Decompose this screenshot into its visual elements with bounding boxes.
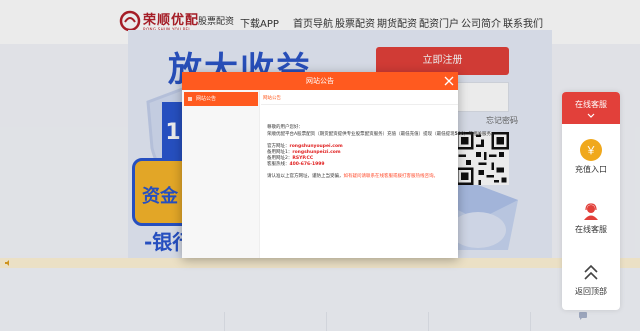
modal-content: 网站公告 尊敬的用户您好： 荣顺优配平台A股票配资（期货配资提供专业股票配资服务…	[261, 90, 495, 258]
modal-sidebar: 网站公告	[182, 90, 260, 258]
greeting-text: 尊敬的用户您好：	[267, 125, 303, 130]
svg-text:￥: ￥	[586, 144, 597, 157]
chevron-down-icon	[587, 113, 595, 118]
float-service-label[interactable]: 在线客服	[562, 224, 620, 235]
sidebar-item-label: 网站公告	[196, 96, 217, 102]
phone-line: 客服热线：400-676-1999	[267, 161, 325, 167]
intro-post: ）等相关服务。	[463, 132, 496, 137]
bullet-icon	[188, 97, 192, 101]
notice-pre: 请认准以上官方网址，谨防上当受骗，	[267, 174, 344, 179]
modal-title: 网站公告	[306, 77, 334, 85]
announcement-modal: 网站公告 网站公告 网站公告 尊敬的用户您好： 荣顺优配平台A股票配资（期货配资…	[182, 72, 495, 258]
divider	[261, 104, 458, 105]
float-top-back-label[interactable]: 返回顶部	[562, 286, 620, 297]
customer-service-icon[interactable]	[581, 202, 601, 222]
side-float-bar: 在线客服 ￥ 充值入口 在线客服 返回顶部	[562, 92, 620, 310]
sidebar-item-announcement[interactable]: 网站公告	[184, 92, 258, 106]
notice-red-text: 如有疑问请联系在线客服或拨打客服热线咨询。	[343, 174, 439, 179]
close-icon[interactable]	[444, 76, 454, 86]
intro-line: 荣顺优配平台A股票配资（期货配资提供专业股票配资服务）充值（最低充值）提现（最低…	[267, 131, 495, 137]
coin-icon[interactable]: ￥	[580, 139, 602, 161]
intro-amount: 500	[454, 132, 464, 137]
phone-label: 客服热线：	[267, 162, 290, 167]
float-service-header[interactable]: 在线客服	[562, 92, 620, 124]
intro-pre: 荣顺优配平台A股票配资（期货配资提供专业股票配资服务）充值（最低充值）提现（最低…	[267, 132, 455, 137]
float-recharge-label[interactable]: 充值入口	[562, 164, 620, 175]
phone-value: 400-676-1999	[289, 162, 325, 167]
notice-line: 请认准以上官方网址，谨防上当受骗，如有疑问请联系在线客服或拨打客服热线咨询。	[267, 173, 438, 179]
breadcrumb: 网站公告	[263, 96, 281, 101]
modal-header: 网站公告	[182, 72, 458, 90]
back-to-top-icon[interactable]	[583, 264, 599, 282]
float-top-label: 在线客服	[575, 100, 607, 109]
